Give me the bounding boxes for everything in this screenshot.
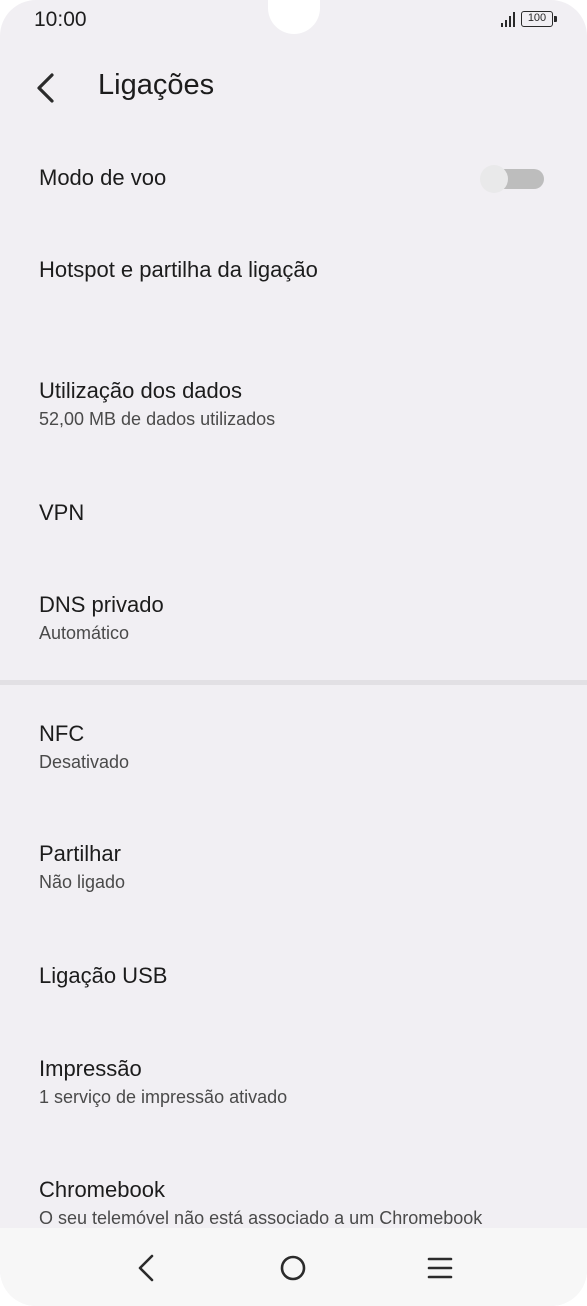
setting-title: Ligação USB xyxy=(39,963,168,988)
setting-private-dns[interactable]: DNS privado Automático xyxy=(39,591,559,645)
nav-home-icon xyxy=(280,1255,306,1281)
airplane-mode-toggle[interactable] xyxy=(480,165,546,193)
nav-home-button[interactable] xyxy=(263,1238,323,1298)
setting-subtitle: Desativado xyxy=(39,752,130,772)
signal-icon xyxy=(501,11,515,27)
setting-title: DNS privado xyxy=(39,592,164,617)
status-time: 10:00 xyxy=(34,8,87,31)
navigation-bar xyxy=(0,1228,587,1306)
setting-usb-connection[interactable]: Ligação USB xyxy=(39,962,559,990)
setting-data-usage[interactable]: Utilização dos dados 52,00 MB de dados u… xyxy=(39,377,559,431)
back-arrow-icon xyxy=(37,73,54,103)
battery-icon: 100 xyxy=(521,11,557,27)
nav-menu-icon xyxy=(427,1257,453,1279)
setting-subtitle: Automático xyxy=(39,623,130,643)
status-icons: 100 xyxy=(501,11,557,27)
setting-share[interactable]: Partilhar Não ligado xyxy=(39,840,559,894)
setting-title: Partilhar xyxy=(39,841,121,866)
setting-title: NFC xyxy=(39,721,85,746)
settings-screen: 10:00 100 Ligações Modo de voo Hotspot e… xyxy=(0,0,587,1306)
nav-back-icon xyxy=(138,1254,154,1282)
setting-title: VPN xyxy=(39,500,85,525)
setting-vpn[interactable]: VPN xyxy=(39,499,559,527)
setting-title: Utilização dos dados xyxy=(39,378,243,403)
setting-subtitle: Não ligado xyxy=(39,872,126,892)
setting-hotspot[interactable]: Hotspot e partilha da ligação xyxy=(39,256,559,284)
battery-level: 100 xyxy=(527,12,547,24)
nav-menu-button[interactable] xyxy=(410,1238,470,1298)
setting-printing[interactable]: Impressão 1 serviço de impressão ativado xyxy=(39,1055,559,1109)
setting-subtitle: O seu telemóvel não está associado a um … xyxy=(39,1208,483,1228)
app-header: Ligações xyxy=(0,56,587,116)
section-divider xyxy=(0,680,587,685)
nav-back-button[interactable] xyxy=(116,1238,176,1298)
setting-title: Impressão xyxy=(39,1056,142,1081)
setting-title: Hotspot e partilha da ligação xyxy=(39,257,318,282)
setting-subtitle: 52,00 MB de dados utilizados xyxy=(39,409,276,429)
setting-subtitle: 1 serviço de impressão ativado xyxy=(39,1087,288,1107)
setting-nfc[interactable]: NFC Desativado xyxy=(39,720,559,774)
setting-title: Chromebook xyxy=(39,1177,165,1202)
page-title: Ligações xyxy=(98,69,215,101)
back-button[interactable] xyxy=(28,64,68,108)
setting-chromebook[interactable]: Chromebook O seu telemóvel não está asso… xyxy=(39,1176,559,1230)
toggle-thumb xyxy=(480,165,508,193)
